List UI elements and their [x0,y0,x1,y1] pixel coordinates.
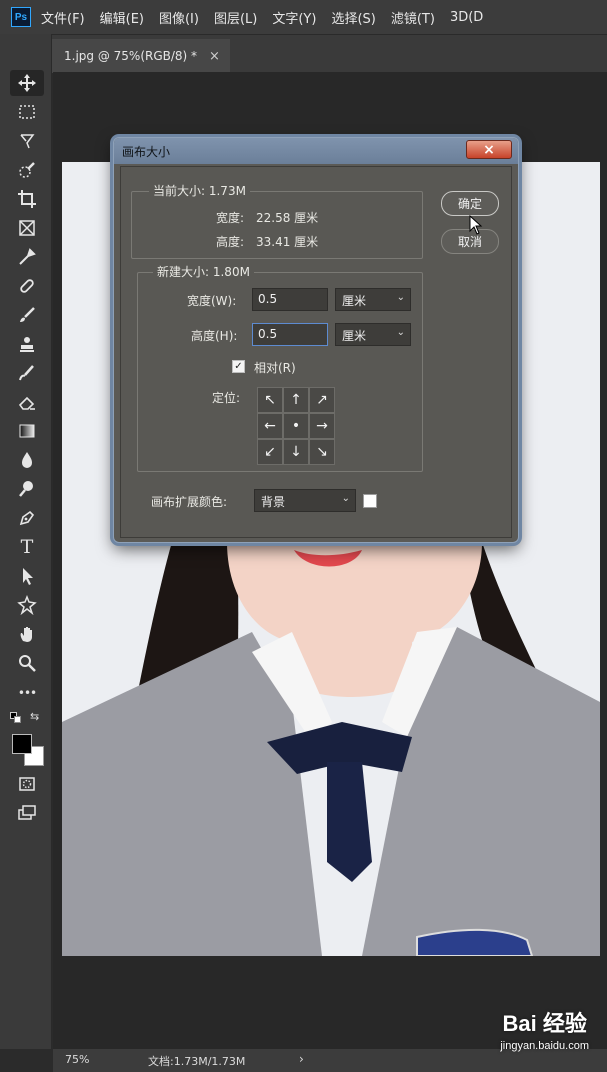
crop-tool-icon[interactable] [10,186,44,212]
history-brush-icon[interactable] [10,360,44,386]
anchor-top-right-icon[interactable]: ↗ [309,387,335,413]
default-colors-icon[interactable] [10,712,22,724]
eyedropper-tool-icon[interactable] [10,244,44,270]
chevron-down-icon: ⌄ [396,327,405,338]
width-input[interactable]: 0.5 [252,288,328,311]
tab-title: 1.jpg @ 75%(RGB/8) * [64,49,198,63]
anchor-top-left-icon[interactable]: ↖ [257,387,283,413]
quick-mask-icon[interactable] [10,771,44,797]
anchor-center-icon[interactable]: • [283,413,309,439]
type-tool-icon[interactable]: T [10,534,44,560]
relative-checkbox[interactable]: ✓ [232,360,245,373]
watermark-logo: Bai 经验 [502,1011,587,1036]
dialog-body: 当前大小: 1.73M 宽度: 22.58 厘米 高度: 33.41 厘米 确定… [120,166,512,538]
mouse-cursor-icon [469,215,483,235]
anchor-bottom-left-icon[interactable]: ↙ [257,439,283,465]
zoom-tool-icon[interactable] [10,650,44,676]
brush-tool-icon[interactable] [10,302,44,328]
hand-tool-icon[interactable] [10,621,44,647]
more-tools-icon[interactable]: ••• [10,680,44,706]
width-unit-value: 厘米 [342,294,367,308]
anchor-label: 定位: [212,391,241,405]
dialog-title: 画布大小 [122,145,171,159]
dodge-tool-icon[interactable] [10,476,44,502]
move-tool-icon[interactable] [10,70,44,96]
zoom-level[interactable]: 75% [65,1053,89,1066]
anchor-bottom-icon[interactable]: ↓ [283,439,309,465]
foreground-color-swatch[interactable] [12,734,32,754]
height-unit-value: 厘米 [342,329,367,343]
status-bar: 75% 文档:1.73M/1.73M › [53,1049,607,1072]
current-width-label: 宽度: [216,211,245,225]
quick-select-tool-icon[interactable] [10,157,44,183]
new-width-label: 宽度(W): [187,294,237,308]
extension-color-swatch[interactable] [363,494,377,508]
lasso-tool-icon[interactable] [10,128,44,154]
extension-color-value: 背景 [261,495,286,509]
anchor-bottom-right-icon[interactable]: ↘ [309,439,335,465]
shape-tool-icon[interactable] [10,592,44,618]
current-size-legend: 当前大小: 1.73M [149,182,250,199]
path-select-icon[interactable] [10,563,44,589]
menu-filter[interactable]: 滤镜(T) [391,8,435,27]
menu-bar: Ps 文件(F) 编辑(E) 图像(I) 图层(L) 文字(Y) 选择(S) 滤… [0,0,607,34]
menu-file[interactable]: 文件(F) [41,8,85,27]
watermark-url: jingyan.baidu.com [500,1040,589,1052]
frame-tool-icon[interactable] [10,215,44,241]
anchor-right-icon[interactable]: → [309,413,335,439]
photoshop-logo: Ps [11,7,31,27]
document-tabs: 1.jpg @ 75%(RGB/8) * × [52,34,607,73]
menu-3d[interactable]: 3D(D [450,10,483,25]
tab-close-icon[interactable]: × [209,49,220,64]
tools-panel: T ••• ⇆ [0,34,52,1049]
healing-brush-icon[interactable] [10,273,44,299]
chevron-down-icon: ⌄ [396,292,405,303]
marquee-tool-icon[interactable] [10,99,44,125]
width-unit-select[interactable]: 厘米 ⌄ [335,288,411,311]
extension-color-select[interactable]: 背景 ⌄ [254,489,356,512]
blur-tool-icon[interactable] [10,447,44,473]
swap-colors-icon[interactable]: ⇆ [30,710,39,723]
menu-select[interactable]: 选择(S) [331,8,375,27]
height-input[interactable]: 0.5 [252,323,328,346]
ok-button[interactable]: 确定 [441,191,499,216]
extension-color-label: 画布扩展颜色: [151,495,228,509]
canvas-size-dialog: 画布大小 × 当前大小: 1.73M 宽度: 22.58 厘米 高度: 33.4… [113,137,519,543]
dialog-titlebar[interactable]: 画布大小 × [114,138,518,164]
dialog-close-button[interactable]: × [466,140,512,159]
document-info: 文档:1.73M/1.73M [148,1055,246,1068]
baidu-watermark: Bai 经验 jingyan.baidu.com [500,1006,589,1052]
color-swatches [10,734,46,770]
screen-mode-icon[interactable] [10,800,44,826]
stamp-tool-icon[interactable] [10,331,44,357]
pen-tool-icon[interactable] [10,505,44,531]
menu-layer[interactable]: 图层(L) [214,8,257,27]
status-menu-arrow-icon[interactable]: › [299,1052,304,1066]
menu-edit[interactable]: 编辑(E) [100,8,144,27]
anchor-top-icon[interactable]: ↑ [283,387,309,413]
menu-image[interactable]: 图像(I) [159,8,199,27]
eraser-tool-icon[interactable] [10,389,44,415]
anchor-grid: ↖ ↑ ↗ ← • → ↙ ↓ ↘ [257,387,335,465]
current-height-value: 33.41 厘米 [256,235,319,249]
menu-type[interactable]: 文字(Y) [272,8,316,27]
current-width-value: 22.58 厘米 [256,211,319,225]
new-size-legend: 新建大小: 1.80M [153,263,254,280]
current-height-label: 高度: [216,235,245,249]
anchor-left-icon[interactable]: ← [257,413,283,439]
chevron-down-icon: ⌄ [341,493,350,504]
relative-label: 相对(R) [254,361,296,375]
gradient-tool-icon[interactable] [10,418,44,444]
new-height-label: 高度(H): [191,329,238,343]
height-unit-select[interactable]: 厘米 ⌄ [335,323,411,346]
tab-document[interactable]: 1.jpg @ 75%(RGB/8) * × [52,39,230,73]
